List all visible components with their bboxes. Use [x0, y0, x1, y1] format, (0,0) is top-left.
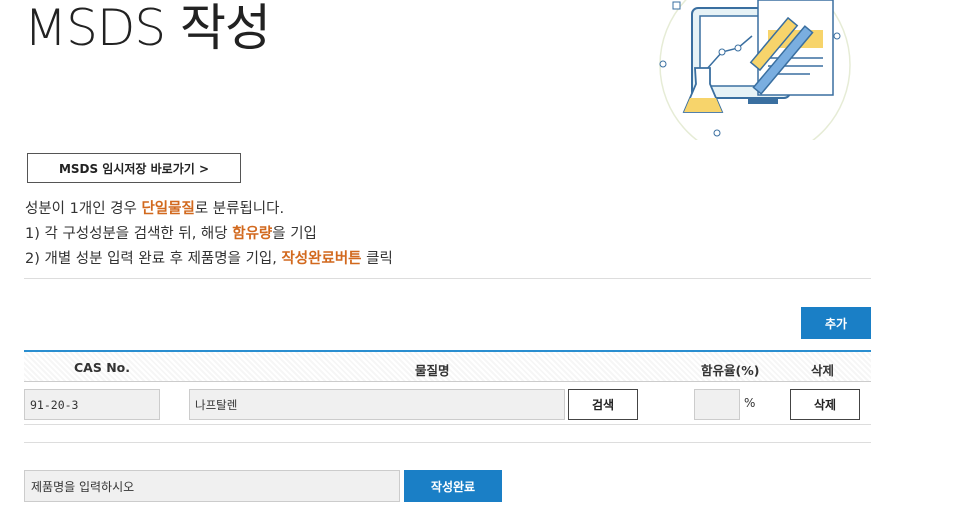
instruction-text: 을 기입: [272, 226, 317, 242]
submit-button[interactable]: 작성완료: [404, 470, 502, 502]
highlight-submit: 작성완료버튼: [281, 251, 362, 267]
highlight-content: 함유량: [232, 226, 273, 242]
divider: [24, 278, 871, 279]
submit-button-label: 작성완료: [430, 479, 476, 494]
table-header: CAS No. 물질명 함유율(%) 삭제: [24, 350, 871, 382]
page-title: MSDS 작성: [24, 0, 271, 57]
cas-input[interactable]: 91-20-3: [24, 389, 160, 420]
instruction-line-3: 2) 개별 성분 입력 완료 후 제품명을 기입, 작성완료버튼 클릭: [25, 247, 393, 272]
header-substance-name: 물질명: [415, 363, 450, 378]
delete-button[interactable]: 삭제: [790, 389, 860, 420]
add-button-label: 추가: [824, 316, 848, 331]
product-name-placeholder: 제품명을 입력하시오: [31, 479, 135, 494]
table-row: 91-20-3 나프탈렌 검색 % 삭제: [24, 383, 871, 425]
content-input[interactable]: [694, 389, 740, 420]
highlight-single-substance: 단일물질: [141, 201, 195, 217]
header-cas: CAS No.: [74, 360, 130, 375]
substance-name-input[interactable]: 나프탈렌: [189, 389, 565, 420]
header-content: 함유율(%): [701, 363, 760, 378]
search-button[interactable]: 검색: [568, 389, 638, 420]
instruction-text: 로 분류됩니다.: [194, 201, 285, 217]
instruction-text: 2) 개별 성분 입력 완료 후 제품명을 기입,: [25, 251, 282, 267]
temp-save-link-button[interactable]: MSDS 임시저장 바로가기 >: [27, 153, 241, 183]
percent-unit: %: [744, 396, 756, 410]
instruction-text: 클릭: [361, 251, 393, 267]
illustration: [659, 0, 851, 140]
instruction-line-1: 성분이 1개인 경우 단일물질로 분류됩니다.: [25, 197, 393, 222]
divider: [24, 442, 871, 443]
instruction-text: 성분이 1개인 경우: [25, 201, 142, 217]
product-name-input[interactable]: 제품명을 입력하시오: [24, 470, 400, 502]
temp-save-link-label: MSDS 임시저장 바로가기 >: [58, 161, 210, 176]
delete-button-label: 삭제: [813, 398, 837, 412]
search-button-label: 검색: [591, 398, 615, 412]
add-button[interactable]: 추가: [801, 307, 871, 339]
header-delete: 삭제: [811, 363, 835, 378]
instruction-text: 1) 각 구성성분을 검색한 뒤, 해당: [25, 226, 233, 242]
instructions: 성분이 1개인 경우 단일물질로 분류됩니다. 1) 각 구성성분을 검색한 뒤…: [25, 197, 393, 272]
instruction-line-2: 1) 각 구성성분을 검색한 뒤, 해당 함유량을 기입: [25, 222, 393, 247]
